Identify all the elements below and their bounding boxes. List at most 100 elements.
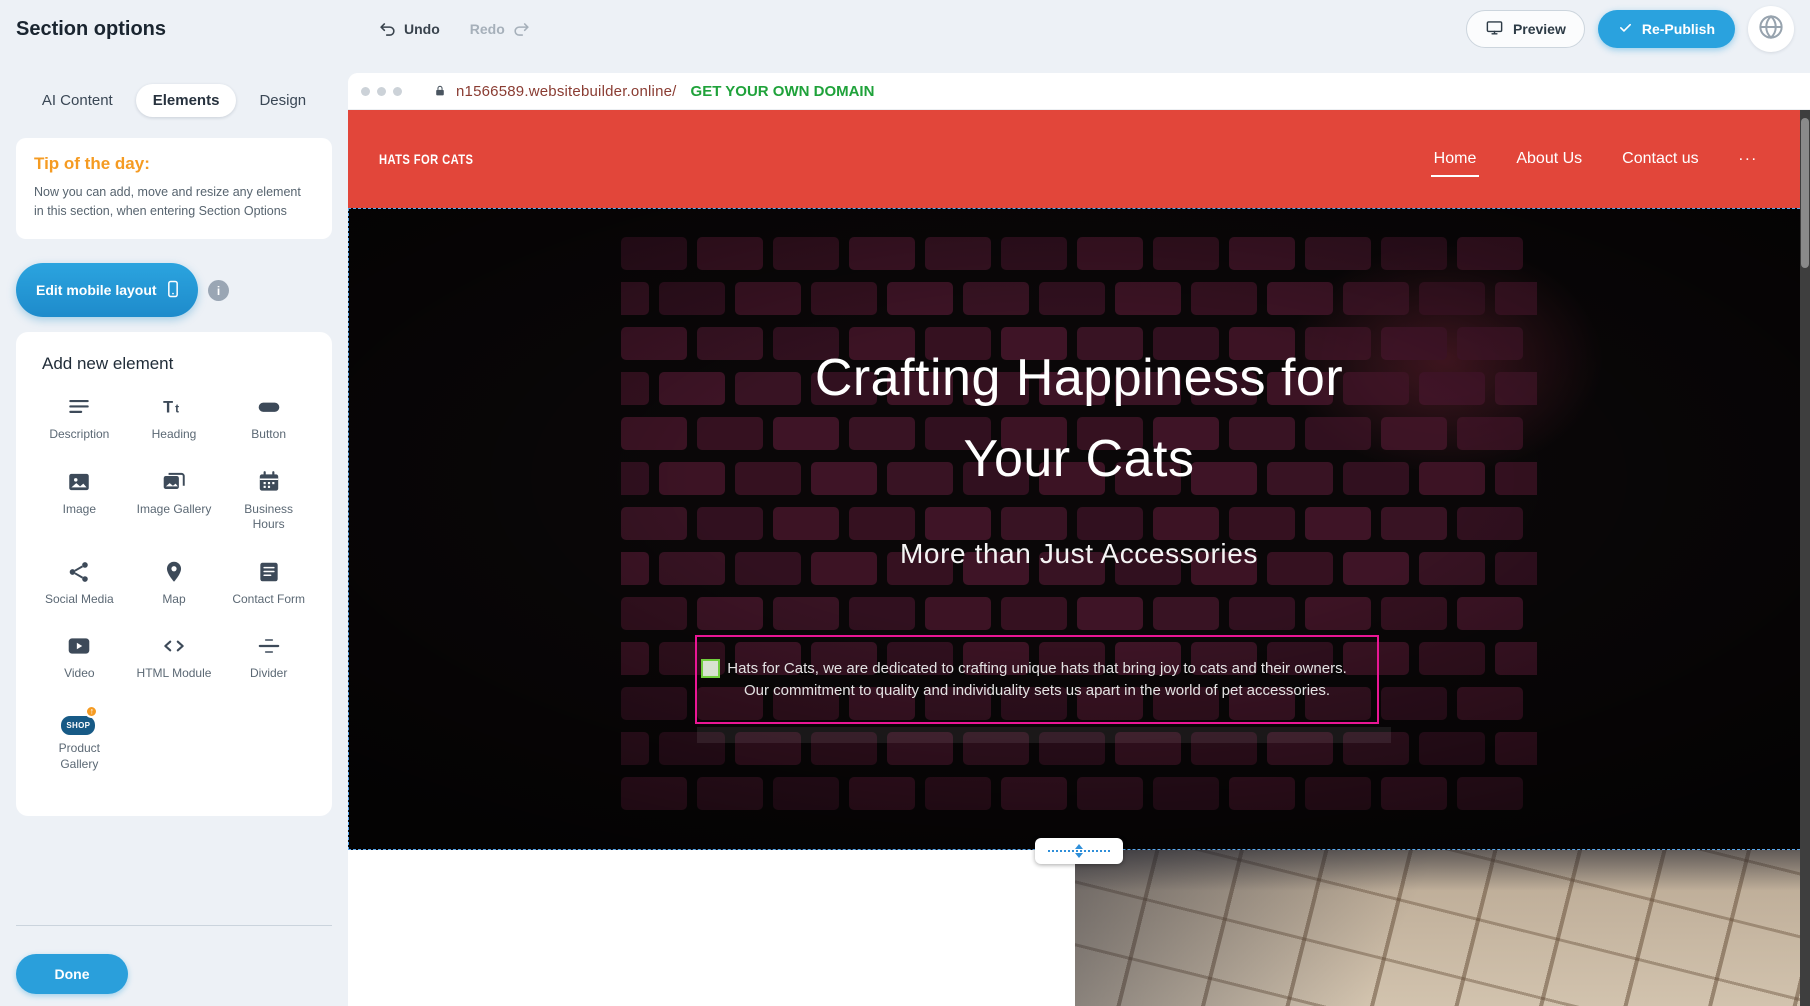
tile xyxy=(621,642,649,675)
tile xyxy=(925,597,991,630)
video-icon xyxy=(66,631,92,661)
tile-row xyxy=(621,282,1537,315)
tile xyxy=(1381,237,1447,270)
info-icon[interactable]: i xyxy=(208,280,229,301)
get-domain-link[interactable]: GET YOUR OWN DOMAIN xyxy=(691,83,875,100)
nav-home[interactable]: Home xyxy=(1434,150,1477,168)
tile xyxy=(697,777,763,810)
window-dot xyxy=(361,87,370,96)
site-logo[interactable]: HATS FOR CATS xyxy=(379,151,473,167)
tip-body: Now you can add, move and resize any ele… xyxy=(34,183,314,221)
hero-body-line2: Our commitment to quality and individual… xyxy=(727,680,1347,702)
element-item-button[interactable]: Button xyxy=(221,392,316,443)
hover-highlight xyxy=(697,727,1391,743)
tile xyxy=(773,777,839,810)
element-item-video[interactable]: Video xyxy=(32,631,127,682)
language-globe-button[interactable] xyxy=(1748,6,1794,52)
tile xyxy=(1191,282,1257,315)
element-item-label: Video xyxy=(64,666,94,682)
tile-row xyxy=(621,597,1537,630)
element-item-label: Heading xyxy=(152,427,197,443)
tile xyxy=(1229,777,1295,810)
element-item-heading[interactable]: TtHeading xyxy=(127,392,222,443)
tile-row xyxy=(621,507,1537,540)
undo-button[interactable]: Undo xyxy=(378,20,440,39)
element-item-business-hours[interactable]: Business Hours xyxy=(221,467,316,533)
history-controls: Undo Redo xyxy=(378,0,531,58)
nav-about-us[interactable]: About Us xyxy=(1516,150,1582,168)
hero-section[interactable]: Crafting Happiness for Your Cats More th… xyxy=(348,208,1810,850)
arrow-up-icon xyxy=(1075,844,1083,849)
undo-icon xyxy=(378,20,397,39)
social-media-icon xyxy=(66,557,92,587)
tile xyxy=(963,282,1029,315)
canvas-scrollbar[interactable] xyxy=(1800,110,1810,1006)
tile xyxy=(1305,777,1371,810)
scrollbar-thumb[interactable] xyxy=(1801,118,1809,268)
redo-button[interactable]: Redo xyxy=(470,20,531,39)
svg-text:t: t xyxy=(175,401,179,415)
tile xyxy=(887,282,953,315)
preview-label: Preview xyxy=(1513,21,1566,37)
site-header: HATS FOR CATS Home About Us Contact us ... xyxy=(348,110,1810,208)
tile xyxy=(849,237,915,270)
editor-canvas: n1566589.websitebuilder.online/ GET YOUR… xyxy=(348,73,1810,1006)
resize-handle-green[interactable] xyxy=(701,659,720,678)
element-item-product-gallery[interactable]: SHOP↑ Product Gallery xyxy=(32,706,127,772)
tile xyxy=(1001,777,1067,810)
element-item-label: Contact Form xyxy=(232,592,305,608)
dotted-line xyxy=(1048,850,1110,852)
edit-mobile-layout-button[interactable]: Edit mobile layout xyxy=(16,263,198,317)
tile xyxy=(1229,597,1295,630)
element-item-map[interactable]: Map xyxy=(127,557,222,608)
check-icon xyxy=(1618,20,1633,38)
tile xyxy=(1381,597,1447,630)
tile xyxy=(1381,507,1447,540)
tile-row xyxy=(621,777,1537,810)
element-item-social-media[interactable]: Social Media xyxy=(32,557,127,608)
tile xyxy=(925,507,991,540)
tile xyxy=(1457,597,1523,630)
sidebar-tabs: AI ContentElementsDesign xyxy=(0,84,348,117)
element-item-divider[interactable]: Divider xyxy=(221,631,316,682)
tile xyxy=(1495,642,1537,675)
republish-button[interactable]: Re-Publish xyxy=(1598,10,1735,48)
tab-ai-content[interactable]: AI Content xyxy=(25,84,130,117)
map-pin-icon xyxy=(161,557,187,587)
element-item-label: Map xyxy=(162,592,185,608)
browser-bar: n1566589.websitebuilder.online/ GET YOUR… xyxy=(348,73,1810,110)
element-item-contact-form[interactable]: Contact Form xyxy=(221,557,316,608)
product-gallery-icon: SHOP↑ xyxy=(60,706,98,736)
lock-icon xyxy=(433,84,447,98)
element-item-label: Divider xyxy=(250,666,287,682)
done-button[interactable]: Done xyxy=(16,954,128,994)
section-resize-handle[interactable] xyxy=(1035,838,1123,864)
selected-text-element[interactable]: Hats for Cats, we are dedicated to craft… xyxy=(695,635,1379,724)
preview-button[interactable]: Preview xyxy=(1466,10,1585,48)
contact-form-icon xyxy=(256,557,282,587)
element-item-image-gallery[interactable]: Image Gallery xyxy=(127,467,222,533)
element-item-html-module[interactable]: HTML Module xyxy=(127,631,222,682)
tile xyxy=(1077,237,1143,270)
tab-design[interactable]: Design xyxy=(242,84,323,117)
element-item-image[interactable]: Image xyxy=(32,467,127,533)
sidebar: AI ContentElementsDesign Tip of the day:… xyxy=(0,58,348,1006)
hero-heading[interactable]: Crafting Happiness for Your Cats xyxy=(349,338,1809,500)
element-item-label: Social Media xyxy=(45,592,114,608)
tile xyxy=(1457,507,1523,540)
tile xyxy=(1001,597,1067,630)
element-grid: DescriptionTtHeadingButtonImageImage Gal… xyxy=(32,392,316,772)
element-item-description[interactable]: Description xyxy=(32,392,127,443)
hero-subheading[interactable]: More than Just Accessories xyxy=(349,538,1809,570)
nav-more-button[interactable]: ... xyxy=(1739,147,1758,171)
arrow-down-icon xyxy=(1075,853,1083,858)
tile xyxy=(621,732,649,765)
tab-elements[interactable]: Elements xyxy=(136,84,237,117)
nav-contact-us[interactable]: Contact us xyxy=(1622,150,1698,168)
tile xyxy=(1001,507,1067,540)
tile xyxy=(621,777,687,810)
tile xyxy=(849,777,915,810)
element-item-label: Product Gallery xyxy=(40,741,118,772)
phone-icon xyxy=(163,279,183,302)
tile xyxy=(1229,507,1295,540)
